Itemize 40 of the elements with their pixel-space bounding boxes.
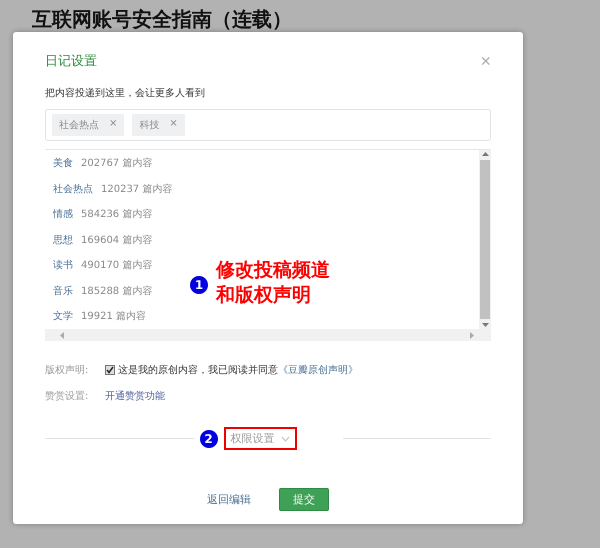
channel-name[interactable]: 读书 [53,258,73,284]
horizontal-scrollbar[interactable] [45,329,491,341]
vertical-scrollbar[interactable] [479,150,491,329]
tag-label: 科技 [139,118,160,132]
tag-label: 社会热点 [59,118,99,132]
enable-reward-link[interactable]: 开通赞赏功能 [105,389,165,403]
step-number-badge: 2 [200,430,218,448]
channel-count: 490170 篇内容 [81,258,152,273]
copyright-label: 版权声明: [45,364,90,377]
permission-settings-toggle[interactable]: 权限设置 [224,427,296,450]
scroll-left-arrow-icon[interactable] [59,332,65,338]
scroll-up-arrow-icon[interactable] [482,150,488,158]
tag-input-field[interactable]: 社会热点 × 科技 × [45,109,491,141]
channel-count: 169604 篇内容 [81,234,152,248]
page-title: 互联网账号安全指南（连载） [32,6,292,33]
channel-count: 202767 篇内容 [81,156,152,171]
remove-tag-button[interactable]: × [109,118,118,132]
reward-label: 赞赏设置: [45,390,90,403]
channel-name[interactable]: 思想 [53,232,73,258]
agreement-text: 这是我的原创内容，我已阅读并同意 [118,364,278,377]
channel-count: 120237 篇内容 [101,182,172,196]
channel-count: 185288 篇内容 [81,284,152,298]
channel-count: 584236 篇内容 [81,208,152,222]
hint-text: 把内容投递到这里，会让更多人看到 [45,86,206,100]
submit-button[interactable]: 提交 [279,488,329,511]
remove-tag-button[interactable]: × [169,118,178,132]
channel-name[interactable]: 音乐 [53,284,73,309]
scroll-down-arrow-icon[interactable] [482,321,488,329]
original-checkbox[interactable] [105,365,115,375]
annotation-text: 修改投稿频道 和版权声明 [216,258,330,308]
back-to-edit-link[interactable]: 返回编辑 [207,492,251,507]
chevron-down-icon [280,436,290,442]
channel-name[interactable]: 美食 [53,156,73,182]
channel-name[interactable]: 情感 [53,207,73,232]
scroll-right-arrow-icon[interactable] [469,332,475,338]
channel-count: 19921 篇内容 [81,310,146,324]
channel-name[interactable]: 社会热点 [53,182,93,207]
declaration-link[interactable]: 《豆瓣原创声明》 [278,363,358,377]
dialog-title: 日记设置 [45,53,97,70]
channel-name[interactable]: 文学 [53,309,73,329]
